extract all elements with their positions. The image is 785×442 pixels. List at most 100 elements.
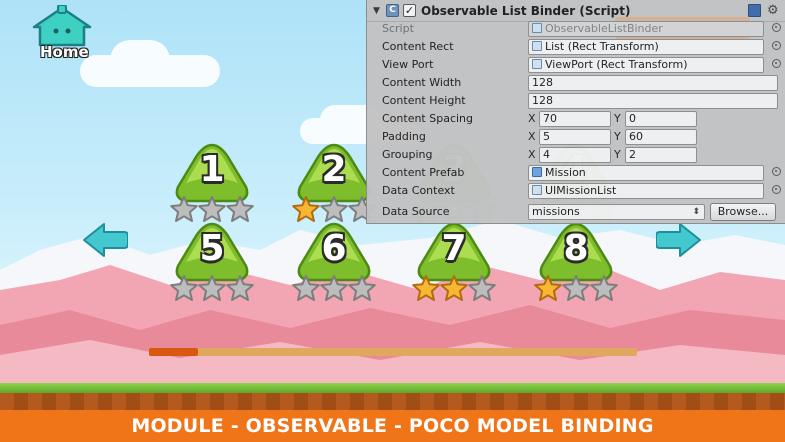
y-axis-label: Y xyxy=(614,130,621,143)
star-empty-icon xyxy=(292,275,320,301)
object-picker-icon xyxy=(772,23,781,32)
object-picker-icon[interactable] xyxy=(772,185,781,194)
x-axis-label: X xyxy=(528,130,536,143)
content-spacing-x-input[interactable]: 70 xyxy=(539,111,611,127)
object-picker-icon[interactable] xyxy=(772,41,781,50)
star-empty-icon xyxy=(320,196,348,222)
star-empty-icon xyxy=(170,196,198,222)
star-rating xyxy=(526,274,626,304)
content-rect-value: List (Rect Transform) xyxy=(545,40,659,53)
content-width-input[interactable]: 128 xyxy=(528,75,778,91)
script-file-icon xyxy=(532,23,542,33)
foldout-arrow-icon[interactable]: ▼ xyxy=(373,6,383,16)
help-book-icon[interactable] xyxy=(748,4,761,17)
data-source-label: Data Source xyxy=(382,205,450,218)
mission-number: 7 xyxy=(441,228,467,269)
star-filled-icon xyxy=(440,275,468,301)
star-empty-icon xyxy=(198,196,226,222)
view-port-field[interactable]: ViewPort (Rect Transform) xyxy=(528,57,764,73)
star-rating xyxy=(284,274,384,304)
content-spacing-label: Content Spacing xyxy=(382,112,474,125)
content-prefab-field[interactable]: Mission xyxy=(528,165,764,181)
component-title: Observable List Binder (Script) xyxy=(421,3,631,18)
star-empty-icon xyxy=(468,275,496,301)
content-height-input[interactable]: 128 xyxy=(528,93,778,109)
mission-tile-6[interactable]: 6 xyxy=(284,222,384,302)
star-rating xyxy=(162,195,262,225)
grouping-y-input[interactable]: 2 xyxy=(625,147,697,163)
mission-tile-1[interactable]: 1 xyxy=(162,143,262,223)
script-label: Script xyxy=(382,22,414,35)
mission-number: 5 xyxy=(199,228,225,269)
row-padding: Padding X 5 Y 60 xyxy=(367,128,785,146)
star-rating xyxy=(404,274,504,304)
content-width-label: Content Width xyxy=(382,76,462,89)
mission-number: 6 xyxy=(321,228,347,269)
data-context-field[interactable]: UIMissionList xyxy=(528,183,764,199)
row-grouping: Grouping X 4 Y 2 xyxy=(367,146,785,164)
star-empty-icon xyxy=(562,275,590,301)
progress-bar xyxy=(149,348,637,356)
script-value: ObservableListBinder xyxy=(545,22,663,35)
object-picker-icon[interactable] xyxy=(772,167,781,176)
star-filled-icon xyxy=(534,275,562,301)
component-enabled-checkbox[interactable]: ✓ xyxy=(403,4,416,17)
grass-strip xyxy=(0,383,785,393)
data-context-label: Data Context xyxy=(382,184,455,197)
object-picker-icon[interactable] xyxy=(772,59,781,68)
row-script: Script ObservableListBinder xyxy=(367,20,785,38)
star-filled-icon xyxy=(292,196,320,222)
row-data-context: Data Context UIMissionList xyxy=(367,182,785,200)
content-spacing-y-input[interactable]: 0 xyxy=(625,111,697,127)
star-filled-icon xyxy=(412,275,440,301)
content-prefab-label: Content Prefab xyxy=(382,166,465,179)
mission-tile-5[interactable]: 5 xyxy=(162,222,262,302)
y-axis-label: Y xyxy=(614,112,621,125)
row-content-rect: Content Rect List (Rect Transform) xyxy=(367,38,785,56)
data-source-select[interactable]: missions ⬍ xyxy=(528,204,705,220)
star-empty-icon xyxy=(198,275,226,301)
mission-number: 8 xyxy=(563,228,589,269)
cloud xyxy=(110,40,170,80)
gear-icon[interactable]: ⚙ xyxy=(767,4,780,17)
content-rect-label: Content Rect xyxy=(382,40,454,53)
padding-label: Padding xyxy=(382,130,426,143)
row-view-port: View Port ViewPort (Rect Transform) xyxy=(367,56,785,74)
row-data-source: Data Source missions ⬍ Browse... xyxy=(367,203,785,221)
browse-button[interactable]: Browse... xyxy=(710,203,776,221)
content-height-label: Content Height xyxy=(382,94,466,107)
row-content-height: Content Height 128 xyxy=(367,92,785,110)
x-axis-label: X xyxy=(528,148,536,161)
star-empty-icon xyxy=(348,275,376,301)
star-empty-icon xyxy=(226,196,254,222)
x-axis-label: X xyxy=(528,112,536,125)
y-axis-label: Y xyxy=(614,148,621,161)
mission-number: 1 xyxy=(199,149,225,190)
mission-tile-8[interactable]: 8 xyxy=(526,222,626,302)
padding-x-input[interactable]: 5 xyxy=(539,129,611,145)
dropdown-caret-icon: ⬍ xyxy=(692,207,700,217)
padding-y-input[interactable]: 60 xyxy=(625,129,697,145)
prefab-cube-icon xyxy=(532,167,542,177)
mission-tile-7[interactable]: 7 xyxy=(404,222,504,302)
row-content-spacing: Content Spacing X 70 Y 0 xyxy=(367,110,785,128)
rect-transform-icon xyxy=(532,59,542,69)
arrow-left-button[interactable] xyxy=(82,222,128,258)
content-prefab-value: Mission xyxy=(545,166,586,179)
inspector-panel: ▼ C ✓ Observable List Binder (Script) ⚙ … xyxy=(366,0,785,224)
dirt-strip xyxy=(0,393,785,410)
row-content-width: Content Width 128 xyxy=(367,74,785,92)
script-file-icon xyxy=(532,185,542,195)
data-source-value: missions xyxy=(532,205,580,218)
star-rating xyxy=(162,274,262,304)
grouping-label: Grouping xyxy=(382,148,433,161)
view-port-label: View Port xyxy=(382,58,434,71)
home-button[interactable]: Home xyxy=(28,5,96,65)
grouping-x-input[interactable]: 4 xyxy=(539,147,611,163)
row-content-prefab: Content Prefab Mission xyxy=(367,164,785,182)
arrow-right-button[interactable] xyxy=(656,222,702,258)
script-component-icon: C xyxy=(386,4,399,17)
data-context-value: UIMissionList xyxy=(545,184,617,197)
progress-fill xyxy=(149,348,198,356)
content-rect-field[interactable]: List (Rect Transform) xyxy=(528,39,764,55)
